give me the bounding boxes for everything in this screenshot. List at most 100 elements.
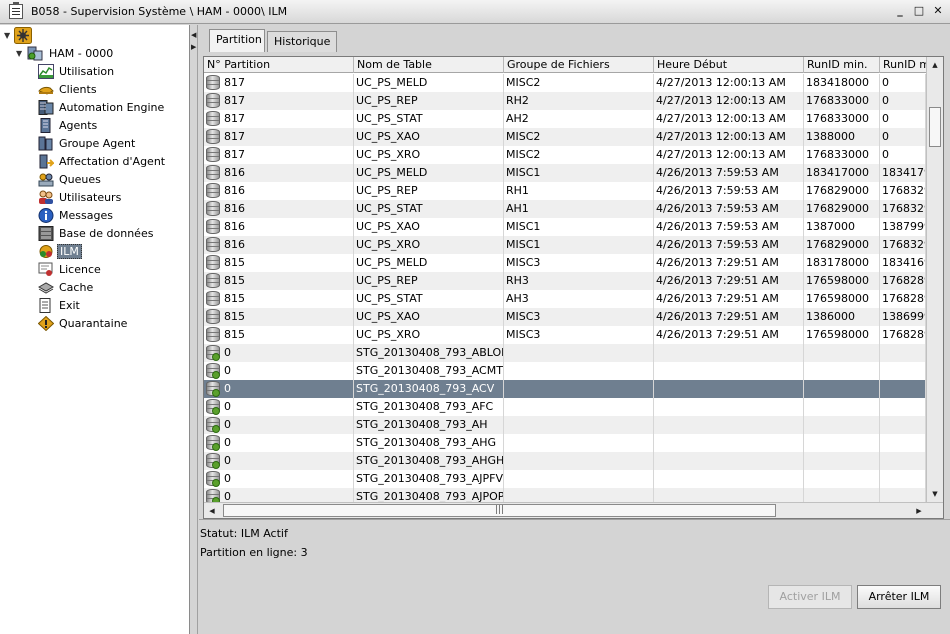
- table-row[interactable]: 0 STG_20130408_793_ABLOB: [204, 344, 926, 362]
- tree-item-utilisation[interactable]: Utilisation: [38, 63, 116, 80]
- table-cell: [504, 416, 654, 434]
- table-cell-text: MISC3: [506, 310, 541, 323]
- exit-icon: [39, 298, 51, 313]
- table-cell-text: 817: [224, 148, 245, 161]
- partition-table-icon: [206, 327, 220, 343]
- table-row[interactable]: 816 UC_PS_XAO MISC1 4/26/2013 7:59:53 AM 138…: [204, 218, 926, 236]
- table-row[interactable]: 0 STG_20130408_793_AJPFV: [204, 470, 926, 488]
- table-row[interactable]: 817 UC_PS_XAO MISC2 4/27/2013 12:00:13 AM 13…: [204, 128, 926, 146]
- tree-item-system[interactable]: HAM - 0000: [47, 45, 115, 62]
- tree-item-clients[interactable]: Clients: [38, 81, 99, 98]
- table-cell-text: 176829000: [806, 184, 869, 197]
- table-row[interactable]: 0 STG_20130408_793_ACV: [204, 380, 926, 398]
- staging-table-icon: [206, 417, 220, 433]
- table-cell: STG_20130408_793_AFC: [354, 398, 504, 416]
- splitter-right-icon[interactable]: ▶: [191, 43, 196, 51]
- table-cell-text: UC_PS_MELD: [356, 256, 428, 269]
- table-cell: 816: [204, 218, 354, 236]
- table-cell-text: 176598000: [806, 274, 869, 287]
- table-header: N° Partition Nom de Table Groupe de Fich…: [204, 57, 926, 73]
- table-row[interactable]: 816 UC_PS_STAT AH1 4/26/2013 7:59:53 AM 1768…: [204, 200, 926, 218]
- table-row[interactable]: 817 UC_PS_XRO MISC2 4/27/2013 12:00:13 AM 17…: [204, 146, 926, 164]
- table-row[interactable]: 817 UC_PS_REP RH2 4/27/2013 12:00:13 AM 1768…: [204, 92, 926, 110]
- table-row[interactable]: 0 STG_20130408_793_ACMT: [204, 362, 926, 380]
- minimize-button[interactable]: _: [893, 3, 907, 19]
- table-cell-text: AH2: [506, 112, 529, 125]
- table-row[interactable]: 815 UC_PS_MELD MISC3 4/26/2013 7:29:51 AM 18…: [204, 254, 926, 272]
- collapse-root-icon[interactable]: ▼: [4, 31, 10, 40]
- splitter-left-icon[interactable]: ◀: [191, 31, 196, 39]
- app-clipboard-icon: [9, 2, 23, 19]
- root-system-icon[interactable]: [14, 27, 32, 44]
- tab-historique[interactable]: Historique: [267, 31, 337, 52]
- table-cell: [504, 344, 654, 362]
- tree-item-affectation-agent[interactable]: Affectation d'Agent: [39, 153, 167, 170]
- column-header-table-name[interactable]: Nom de Table: [354, 57, 504, 73]
- partition-table-icon: [206, 237, 220, 253]
- vertical-scroll-thumb[interactable]: [929, 107, 941, 147]
- table-cell: 0: [204, 380, 354, 398]
- table-row[interactable]: 817 UC_PS_STAT AH2 4/27/2013 12:00:13 AM 176…: [204, 110, 926, 128]
- scroll-right-icon[interactable]: ▶: [911, 503, 927, 518]
- tree-item-messages[interactable]: Messages: [38, 207, 115, 224]
- scroll-left-icon[interactable]: ◀: [204, 503, 220, 518]
- tree-item-groupe-agent[interactable]: Groupe Agent: [38, 135, 137, 152]
- column-header-partition[interactable]: N° Partition: [204, 57, 354, 73]
- table-row[interactable]: 816 UC_PS_MELD MISC1 4/26/2013 7:59:53 AM 18…: [204, 164, 926, 182]
- table-cell: 815: [204, 272, 354, 290]
- activate-ilm-button[interactable]: Activer ILM: [768, 585, 852, 609]
- table-cell-text: 4/26/2013 7:29:51 AM: [656, 310, 779, 323]
- table-cell: 816: [204, 164, 354, 182]
- table-cell: 176598000: [804, 272, 880, 290]
- tree-item-ilm[interactable]: ILM: [39, 243, 82, 260]
- tree-item-exit[interactable]: Exit: [39, 297, 82, 314]
- column-header-file-group[interactable]: Groupe de Fichiers: [504, 57, 654, 73]
- table-row[interactable]: 0 STG_20130408_793_AHG: [204, 434, 926, 452]
- tree-item-automation-engine[interactable]: Automation Engine: [38, 99, 166, 116]
- table-cell: [880, 380, 926, 398]
- scroll-up-icon[interactable]: ▲: [927, 57, 943, 73]
- column-header-runid-max[interactable]: RunID ma: [880, 57, 926, 73]
- table-row[interactable]: 815 UC_PS_XAO MISC3 4/26/2013 7:29:51 AM 138…: [204, 308, 926, 326]
- users-icon: [39, 190, 53, 204]
- horizontal-scrollbar[interactable]: ◀ ||| ▶: [204, 502, 943, 518]
- tree-item-licence[interactable]: Licence: [38, 261, 103, 278]
- window-title: B058 - Supervision Système \ HAM - 0000\…: [31, 5, 288, 18]
- table-cell-text: 4/27/2013 12:00:13 AM: [656, 112, 786, 125]
- tree-item-utilisateurs[interactable]: Utilisateurs: [39, 189, 123, 206]
- tab-partition[interactable]: Partition: [209, 29, 265, 52]
- column-header-runid-min[interactable]: RunID min.: [804, 57, 880, 73]
- tree-item-queues[interactable]: Queues: [38, 171, 103, 188]
- maximize-button[interactable]: □: [912, 3, 926, 19]
- stop-ilm-button[interactable]: Arrêter ILM: [857, 585, 941, 609]
- table-cell-text: UC_PS_MELD: [356, 76, 428, 89]
- panel-splitter[interactable]: ◀ ▶: [190, 25, 198, 634]
- collapse-system-icon[interactable]: ▼: [16, 49, 22, 58]
- tree-item-base-de-donnees[interactable]: Base de données: [38, 225, 155, 242]
- table-row[interactable]: 0 STG_20130408_793_AH: [204, 416, 926, 434]
- column-header-start-time[interactable]: Heure Début: [654, 57, 804, 73]
- close-button[interactable]: ✕: [931, 3, 945, 19]
- table-row[interactable]: 0 STG_20130408_793_AHGH: [204, 452, 926, 470]
- table-row[interactable]: 817 UC_PS_MELD MISC2 4/27/2013 12:00:13 AM 1…: [204, 74, 926, 92]
- tree-item-quarantaine[interactable]: Quarantaine: [38, 315, 129, 332]
- table-cell-text: 817: [224, 112, 245, 125]
- table-row[interactable]: 816 UC_PS_REP RH1 4/26/2013 7:59:53 AM 17682…: [204, 182, 926, 200]
- table-row[interactable]: 815 UC_PS_REP RH3 4/26/2013 7:29:51 AM 17659…: [204, 272, 926, 290]
- partition-table-icon: [206, 219, 220, 235]
- table-row[interactable]: 0 STG_20130408_793_AFC: [204, 398, 926, 416]
- table-row[interactable]: 815 UC_PS_XRO MISC3 4/26/2013 7:29:51 AM 176…: [204, 326, 926, 344]
- tree-item-cache[interactable]: Cache: [38, 279, 95, 296]
- table-cell: [804, 398, 880, 416]
- table-cell-text: UC_PS_REP: [356, 94, 418, 107]
- table-cell: [654, 362, 804, 380]
- table-cell: STG_20130408_793_AHGH: [354, 452, 504, 470]
- table-row[interactable]: 816 UC_PS_XRO MISC1 4/26/2013 7:59:53 AM 176…: [204, 236, 926, 254]
- table-cell: 0: [880, 128, 926, 146]
- table-cell-text: STG_20130408_793_AHG: [356, 436, 497, 449]
- table-row[interactable]: 815 UC_PS_STAT AH3 4/26/2013 7:29:51 AM 1765…: [204, 290, 926, 308]
- vertical-scrollbar[interactable]: ▲ ▼: [926, 57, 943, 502]
- horizontal-scroll-thumb[interactable]: |||: [223, 504, 776, 517]
- scroll-down-icon[interactable]: ▼: [927, 486, 943, 502]
- tree-item-agents[interactable]: Agents: [40, 117, 99, 134]
